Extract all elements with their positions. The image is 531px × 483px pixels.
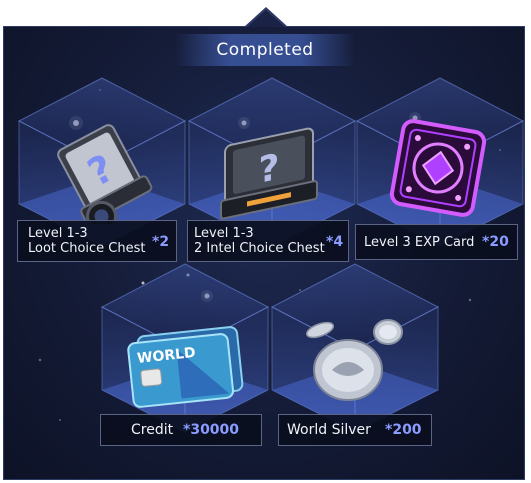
reward-card-world-silver[interactable]: World Silver *200 bbox=[270, 262, 440, 448]
reward-name-line2: 2 Intel Choice Chest bbox=[194, 241, 325, 256]
panel-title: Completed bbox=[216, 40, 314, 60]
reward-name: Level 3 EXP Card bbox=[364, 235, 475, 250]
reward-label: Credit *30000 bbox=[100, 414, 262, 446]
reward-label: Level 3 EXP Card *20 bbox=[355, 224, 518, 260]
reward-label: World Silver *200 bbox=[278, 414, 432, 446]
panel-notch-inner bbox=[247, 10, 285, 27]
reward-card-exp-card[interactable]: Level 3 EXP Card *20 bbox=[355, 76, 525, 266]
reward-name-line2: Loot Choice Chest bbox=[28, 241, 146, 256]
credit-card-icon: WORLD bbox=[127, 326, 244, 408]
reward-name: World Silver bbox=[287, 422, 371, 438]
reward-name-line1: Level 1-3 bbox=[28, 226, 88, 241]
reward-name-line1: Level 1-3 bbox=[194, 226, 254, 241]
reward-card-credit[interactable]: WORLD Credit *30000 bbox=[100, 262, 270, 448]
reward-quantity: *20 bbox=[482, 234, 509, 250]
reward-card-intel-chest[interactable]: ? Level 1-3 2 Intel Choice Chest *4 bbox=[187, 76, 357, 266]
reward-label: Level 1-3 Loot Choice Chest *2 bbox=[17, 220, 177, 262]
silver-coins-icon bbox=[305, 319, 403, 401]
reward-quantity: *30000 bbox=[183, 422, 240, 438]
intel-choice-chest-icon: ? bbox=[220, 127, 318, 220]
reward-quantity: *2 bbox=[152, 234, 170, 250]
reward-name: Credit bbox=[131, 422, 174, 438]
reward-quantity: *4 bbox=[326, 234, 344, 250]
reward-quantity: *200 bbox=[385, 422, 422, 438]
loot-choice-chest-icon: ? bbox=[57, 124, 153, 224]
reward-label: Level 1-3 2 Intel Choice Chest *4 bbox=[187, 220, 349, 262]
exp-card-icon bbox=[389, 119, 487, 217]
svg-text:?: ? bbox=[259, 145, 280, 192]
reward-card-loot-chest[interactable]: ? Level 1-3 Loot Choice Chest *2 bbox=[17, 76, 187, 266]
